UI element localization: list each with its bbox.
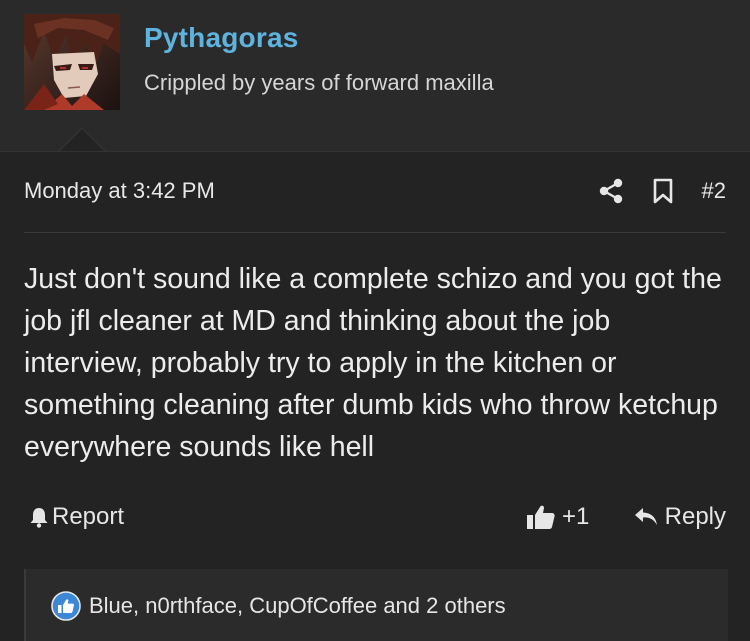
header-pointer <box>60 129 104 151</box>
user-avatar[interactable] <box>24 14 120 110</box>
header-divider <box>0 151 750 152</box>
bell-icon <box>30 508 48 528</box>
bookmark-icon[interactable] <box>652 178 674 204</box>
reply-button[interactable]: Reply <box>633 503 726 531</box>
report-label: Report <box>52 503 125 530</box>
reactions-bar[interactable]: Blue, n0rthface, CupOfCoffee and 2 other… <box>24 569 728 641</box>
avatar-image <box>24 14 120 110</box>
like-button[interactable]: +1 <box>526 503 589 531</box>
post-meta-actions: #2 <box>598 174 726 208</box>
post-number-link[interactable]: #2 <box>702 178 726 204</box>
reply-label: Reply <box>664 503 726 530</box>
user-header: Pythagoras Crippled by years of forward … <box>0 0 750 151</box>
thumbs-up-icon <box>527 505 555 529</box>
meta-divider <box>24 232 726 233</box>
share-icon[interactable] <box>598 178 624 204</box>
user-title: Crippled by years of forward maxilla <box>144 70 494 95</box>
reply-arrow-icon <box>634 508 657 525</box>
like-reaction-icon <box>51 591 81 621</box>
post-date[interactable]: Monday at 3:42 PM <box>24 178 215 204</box>
report-button[interactable]: Report <box>28 503 124 531</box>
reactions-list[interactable]: Blue, n0rthface, CupOfCoffee and 2 other… <box>89 593 506 619</box>
forum-post: Pythagoras Crippled by years of forward … <box>0 0 750 641</box>
post-body: Just don't sound like a complete schizo … <box>24 263 722 463</box>
like-count: +1 <box>562 503 590 530</box>
post-actions: Report +1 Reply <box>24 503 726 539</box>
username[interactable]: Pythagoras <box>144 22 299 54</box>
